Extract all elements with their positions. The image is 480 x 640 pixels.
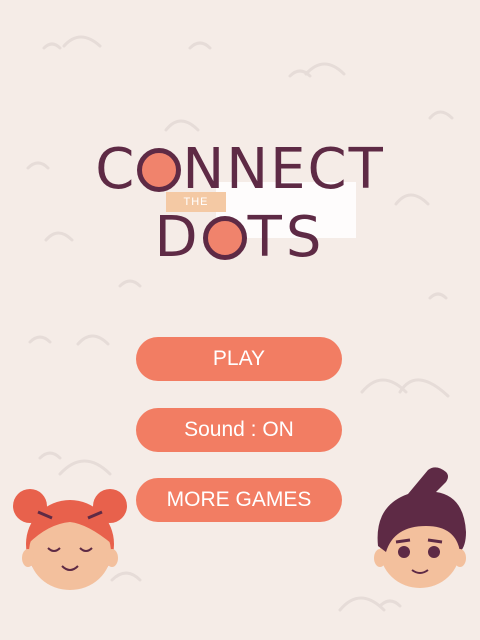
play-button[interactable]: PLAY: [136, 337, 342, 381]
dot-icon: [137, 148, 182, 192]
title-connect-c: C: [95, 137, 137, 202]
dot-icon: [202, 216, 247, 260]
more-games-button[interactable]: MORE GAMES: [136, 478, 342, 522]
title-dots-d: D: [154, 205, 202, 270]
boy-character: [374, 467, 466, 588]
title-dots-rest: TS: [247, 205, 326, 270]
title-connect: C NNECT: [0, 138, 480, 202]
title-dots: D TS: [0, 206, 480, 270]
girl-character: [13, 489, 127, 590]
sound-toggle-button[interactable]: Sound : ON: [136, 408, 342, 452]
game-title: C NNECT THE D TS: [0, 0, 480, 280]
